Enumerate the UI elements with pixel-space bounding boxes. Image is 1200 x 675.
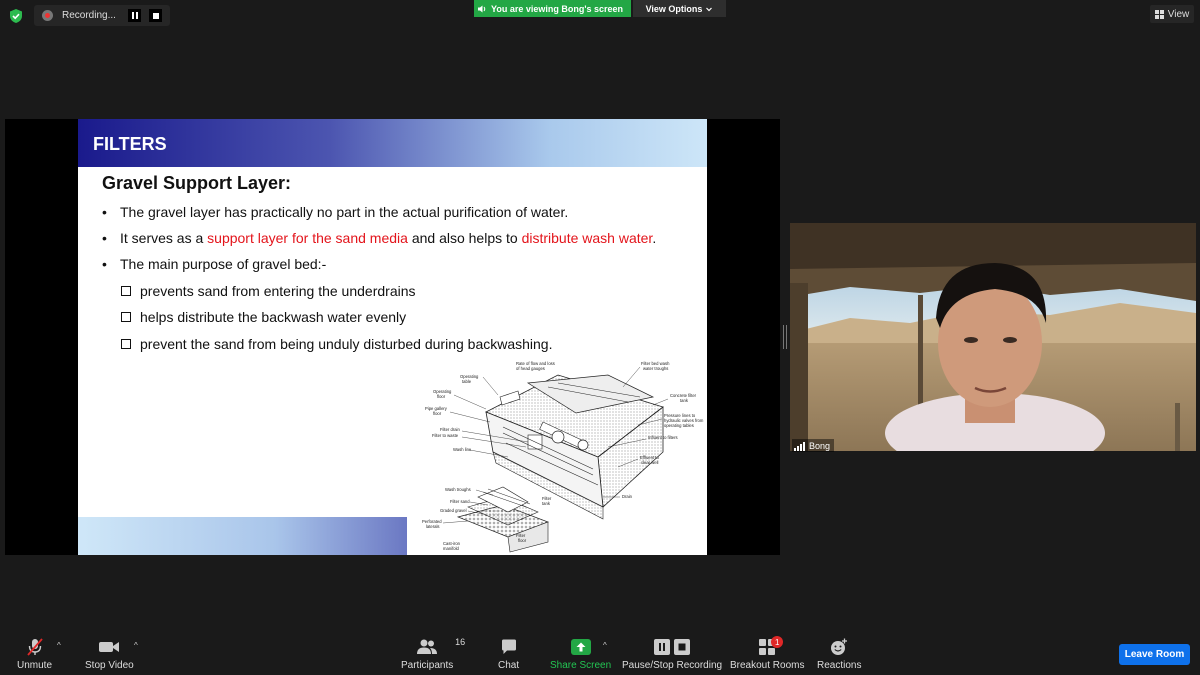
stop-recording-button[interactable] [149,9,162,22]
svg-text:Wash troughs: Wash troughs [445,487,471,492]
reactions-label: Reactions [817,660,862,671]
pause-stop-recording-label: Pause/Stop Recording [622,660,723,671]
svg-text:tank: tank [680,398,689,403]
svg-text:manifold: manifold [443,546,459,551]
slide-bullet-1: • The gravel layer has practically no par… [102,204,569,220]
svg-text:floor: floor [437,394,446,399]
svg-text:Filter sand: Filter sand [450,499,470,504]
stop-video-label: Stop Video [85,660,134,671]
participant-video-feed [790,223,1196,451]
slide-sub-bullet-1: prevents sand from entering the underdra… [121,283,416,299]
breakout-rooms-button[interactable]: 1 Breakout Rooms [730,636,804,671]
svg-text:floor: floor [433,411,442,416]
recording-label: Recording... [62,10,116,21]
slide-bullet-2: • It serves as a support layer for the sa… [102,230,657,246]
svg-text:Filter drain: Filter drain [440,427,460,432]
reactions-button[interactable]: Reactions [817,636,861,671]
slide-footer-bar [78,517,407,555]
grid-icon [1154,9,1164,19]
breakout-rooms-badge: 1 [771,636,784,648]
audio-options-caret-icon[interactable]: ^ [57,641,61,650]
chat-bubble-icon [501,639,516,654]
slide-title: FILTERS [93,134,167,154]
view-label: View [1167,8,1190,20]
unmute-button[interactable]: Unmute [17,636,52,671]
slide-sub-bullet-2: helps distribute the backwash water even… [121,309,406,325]
reactions-smiley-icon [831,638,848,655]
highlight-distribute-wash: distribute wash water [521,230,653,246]
split-divider-handle[interactable] [783,325,787,349]
slide-sub-bullet-3: prevent the sand from being unduly distu… [121,336,552,352]
slide-heading: Gravel Support Layer: [102,173,292,193]
svg-text:floor: floor [518,538,527,543]
unmute-label: Unmute [17,660,53,671]
svg-text:laterals: laterals [426,524,440,529]
slide-header-bar [78,119,707,167]
svg-text:water troughs: water troughs [643,366,668,371]
svg-text:clear well: clear well [641,460,659,465]
viewing-screen-banner: You are viewing Bong's screen [474,0,631,17]
highlight-support-layer: support layer for the sand media [207,230,408,246]
checkbox-square-icon [121,339,131,349]
slide-bullet-3: • The main purpose of gravel bed:- [102,256,327,272]
svg-text:tank: tank [542,501,551,506]
chat-button[interactable]: Chat [498,636,519,671]
participants-icon [417,639,438,654]
svg-text:of head gauges: of head gauges [516,366,545,371]
pause-stop-recording-icon [654,639,691,655]
participants-button[interactable]: 16 Participants [401,636,465,671]
view-layout-button[interactable]: View [1150,5,1194,23]
security-shield-icon[interactable] [8,8,24,24]
recording-dot-icon [42,10,53,21]
recording-indicator: Recording... [34,5,170,26]
share-options-caret-icon[interactable]: ^ [603,641,607,650]
checkbox-square-icon [121,312,131,322]
participant-video-tile[interactable] [790,223,1196,451]
signal-strength-icon [794,442,806,451]
share-screen-button[interactable]: Share Screen [550,636,611,671]
speaker-icon [478,5,486,12]
participant-name: Bong [809,441,831,451]
pause-recording-button[interactable] [128,9,141,22]
view-options-label: View Options [645,3,703,14]
pause-stop-recording-button[interactable]: Pause/Stop Recording [622,636,722,671]
svg-text:Graded gravel: Graded gravel [440,508,467,513]
video-options-caret-icon[interactable]: ^ [134,641,138,650]
svg-text:Filter to waste: Filter to waste [432,433,459,438]
svg-text:Drain: Drain [622,494,633,499]
svg-text:Wash line: Wash line [453,447,472,452]
participants-label: Participants [401,660,454,671]
svg-text:table: table [462,379,472,384]
breakout-rooms-label: Breakout Rooms [730,660,805,671]
participant-name-tag: Bong [792,439,835,452]
stop-video-button[interactable]: Stop Video [85,636,134,671]
filter-plant-diagram: Rate of flow and loss of head gauges Ope… [422,361,704,553]
view-options-button[interactable]: View Options [633,0,726,17]
share-screen-label: Share Screen [550,660,612,671]
share-screen-arrow-icon [570,639,591,655]
presentation-slide: FILTERS Gravel Support Layer: • The grave… [78,119,707,555]
video-camera-icon [99,642,120,652]
participants-count: 16 [455,637,466,647]
microphone-muted-icon [26,638,43,656]
leave-room-button[interactable]: Leave Room [1119,644,1190,665]
svg-text:Influent to filters: Influent to filters [648,435,678,440]
checkbox-square-icon [121,286,131,296]
banner-text: You are viewing Bong's screen [491,3,624,14]
svg-text:operating tables: operating tables [664,423,694,428]
chat-label: Chat [498,660,520,671]
chevron-down-icon [706,7,713,11]
